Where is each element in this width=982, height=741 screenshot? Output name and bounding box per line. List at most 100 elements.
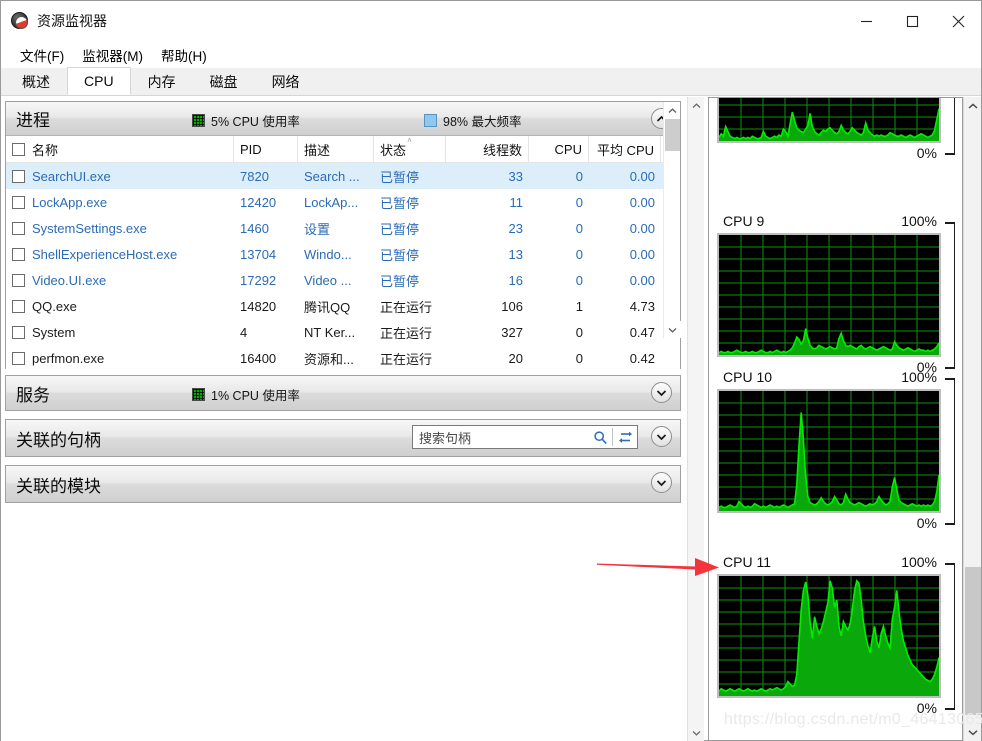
graphs-scroll-down-button[interactable] [964, 723, 982, 741]
row-checkbox[interactable] [12, 169, 25, 183]
cell-pid: 17292 [234, 267, 298, 293]
cpu-graph-scale-bracket [945, 378, 955, 525]
table-row[interactable]: System 4 NT Ker... 正在运行 327 0 0.47 [6, 319, 680, 345]
tab-cpu[interactable]: CPU [67, 67, 131, 95]
cell-text: 0 [575, 168, 583, 184]
menu-file[interactable]: 文件(F) [11, 43, 73, 67]
services-cpu-legend: 1% CPU 使用率 [192, 385, 300, 404]
table-row[interactable]: Video.UI.exe 17292 Video ... 已暂停 16 0 0.00 [6, 267, 680, 293]
tab-disk[interactable]: 磁盘 [193, 68, 255, 95]
cell-text: 4.73 [629, 298, 655, 314]
cpu-graph-title: CPU 10 [723, 369, 773, 385]
column-header-status[interactable]: ˄ 状态 [374, 135, 446, 163]
close-button[interactable] [935, 1, 981, 41]
table-row[interactable]: LockApp.exe 12420 LockAp... 已暂停 11 0 0.00 [6, 189, 680, 215]
table-scroll-thumb[interactable] [665, 119, 680, 151]
handle-search-box[interactable]: 搜索句柄 [412, 425, 638, 449]
row-checkbox[interactable] [12, 247, 25, 261]
graphs-scroll-thumb[interactable] [965, 567, 981, 715]
table-scroll-down-button[interactable] [664, 321, 681, 338]
cell-text: 13 [508, 246, 523, 262]
menu-help[interactable]: 帮助(H) [152, 43, 216, 67]
process-table-scrollbar[interactable] [663, 102, 681, 338]
cpu-graph-scale-bracket [945, 98, 955, 155]
cell-text: SearchUI.exe [32, 168, 111, 184]
row-checkbox[interactable] [12, 299, 25, 313]
graphs-scroll-up-button[interactable] [964, 97, 982, 115]
table-row[interactable]: perfmon.exe 16400 资源和... 正在运行 20 0 0.42 [6, 345, 680, 371]
column-header-name[interactable]: 名称 [6, 135, 234, 163]
handles-expand-button[interactable] [651, 426, 672, 447]
table-row[interactable]: SearchUI.exe 7820 Search ... 已暂停 33 0 0.00 [6, 163, 680, 189]
left-pane-scrollbar[interactable] [687, 97, 704, 741]
cpu-graph-min-label: 0% [916, 700, 937, 716]
cpu-graph-label-row: CPU 11 100% [717, 553, 939, 574]
cell-pid: 16400 [234, 345, 298, 371]
left-pane-scroll-down-button[interactable] [688, 724, 705, 741]
column-header-threads[interactable]: 线程数 [446, 135, 529, 163]
sort-ascending-icon: ˄ [407, 135, 412, 145]
chevron-down-icon [656, 433, 667, 440]
cpu-graph-frame [717, 233, 941, 357]
column-header-pid[interactable]: PID [234, 135, 298, 163]
cell-avg: 4.73 [589, 293, 661, 319]
chevron-down-icon [692, 730, 701, 736]
processes-section-header[interactable]: 进程 5% CPU 使用率 98% 最大频率 [6, 102, 680, 136]
cell-cpu: 0 [529, 267, 589, 293]
magnifier-icon[interactable] [588, 430, 612, 445]
table-row[interactable]: ShellExperienceHost.exe 13704 Windo... 已暂停 1… [6, 241, 680, 267]
cell-avg: 0.00 [589, 215, 661, 241]
menu-monitor[interactable]: 监视器(M) [73, 43, 152, 67]
modules-section-header[interactable]: 关联的模块 [6, 466, 680, 502]
cell-text: 106 [501, 298, 523, 314]
row-checkbox[interactable] [12, 195, 25, 209]
services-section-header[interactable]: 服务 1% CPU 使用率 [6, 376, 680, 410]
column-header-cpu[interactable]: CPU [529, 135, 589, 163]
row-checkbox[interactable] [12, 325, 25, 339]
cell-avg: 0.47 [589, 319, 661, 345]
cell-text: 16 [508, 272, 523, 288]
tab-strip: 概述 CPU 内存 磁盘 网络 [1, 67, 981, 96]
maximize-button[interactable] [889, 1, 935, 41]
table-row[interactable]: QQ.exe 14820 腾讯QQ 正在运行 106 1 4.73 [6, 293, 680, 319]
cell-cpu: 0 [529, 189, 589, 215]
column-header-avg[interactable]: 平均 CPU [589, 135, 661, 163]
services-expand-button[interactable] [651, 382, 672, 403]
cpu-graph-frame [717, 98, 941, 143]
cell-name: System [6, 319, 234, 345]
table-row[interactable]: SystemSettings.exe 1460 设置 已暂停 23 0 0.00 [6, 215, 680, 241]
process-table-body[interactable]: SearchUI.exe 7820 Search ... 已暂停 33 0 0.00 Lock… [6, 163, 680, 372]
refresh-arrows-icon[interactable] [613, 430, 637, 445]
table-scroll-up-button[interactable] [664, 102, 680, 119]
tab-memory[interactable]: 内存 [131, 68, 193, 95]
tab-overview[interactable]: 概述 [5, 68, 67, 95]
cell-text: 已暂停 [380, 195, 420, 211]
row-checkbox[interactable] [12, 351, 25, 365]
cell-text: 0 [575, 194, 583, 210]
cpu-graph-label-row: CPU 9 100% [717, 212, 939, 233]
left-pane-scroll-up-button[interactable] [688, 97, 705, 114]
select-all-checkbox[interactable] [12, 142, 25, 156]
row-checkbox[interactable] [12, 221, 25, 235]
cell-text: 0.00 [629, 272, 655, 288]
cpu-graph-bottom-row: 0% [717, 143, 939, 165]
handle-search-input[interactable]: 搜索句柄 [413, 428, 588, 447]
cpu-graph-max-label: 100% [901, 369, 937, 385]
minimize-button[interactable] [843, 1, 889, 41]
cell-text: 0 [575, 324, 583, 340]
column-header-desc[interactable]: 描述 [298, 135, 374, 163]
tab-network[interactable]: 网络 [255, 68, 317, 95]
cpu-graphs-scrollbar[interactable] [963, 97, 981, 741]
modules-expand-button[interactable] [651, 472, 672, 493]
cell-cpu: 0 [529, 163, 589, 189]
cpu-graph-max-label: 100% [901, 554, 937, 570]
green-grid-swatch-icon [192, 388, 205, 401]
row-checkbox[interactable] [12, 273, 25, 287]
cpu-graph-bottom-row: 0% [717, 698, 939, 720]
cpu-graphs-pane[interactable]: CPU 8100%0%CPU 9100%0%CPU 10100%0%CPU 11… [708, 97, 963, 741]
cell-avg: 0.00 [589, 267, 661, 293]
chevron-down-icon [656, 389, 667, 396]
column-header-label: CPU [554, 141, 582, 157]
cell-desc: Windo... [298, 241, 374, 267]
handles-section-header[interactable]: 关联的句柄 搜索句柄 [6, 420, 680, 456]
